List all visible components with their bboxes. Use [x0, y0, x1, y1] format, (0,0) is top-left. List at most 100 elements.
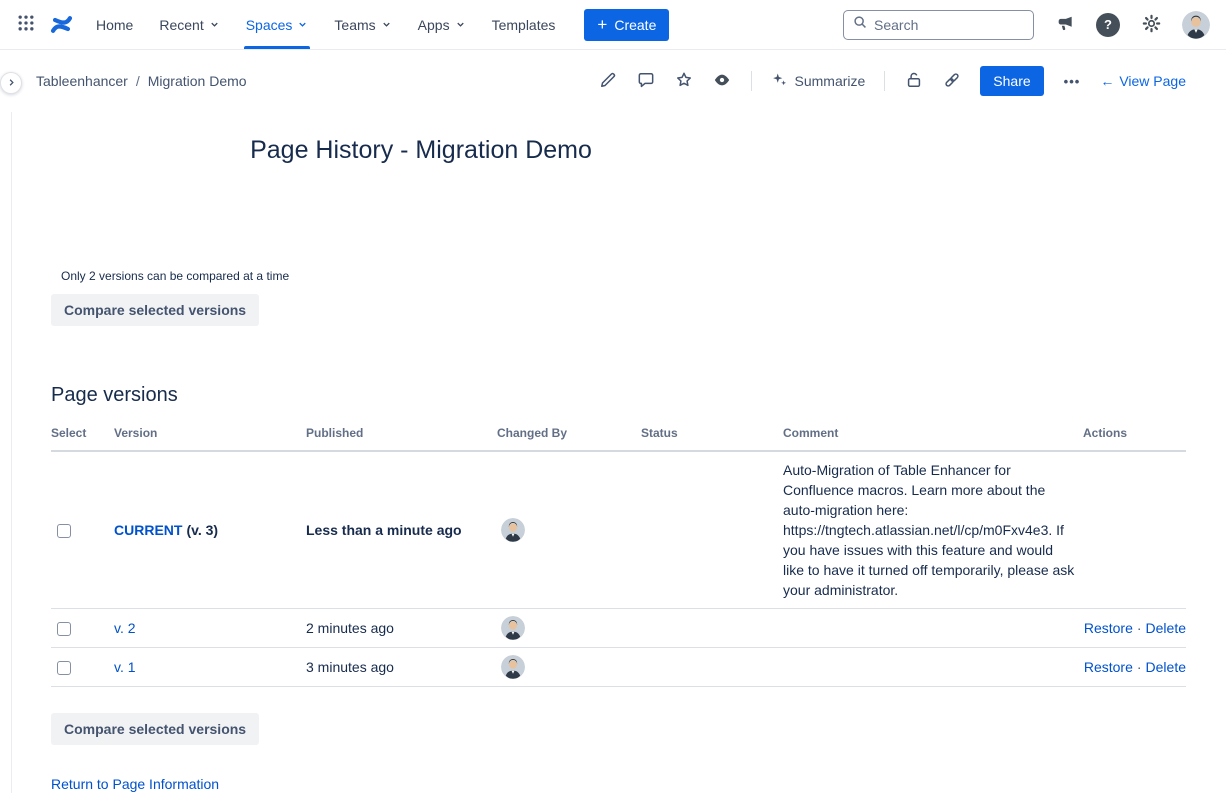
- nav-item-teams[interactable]: Teams: [321, 0, 404, 49]
- nav-item-home[interactable]: Home: [83, 0, 146, 49]
- top-navigation: Home Recent Spaces Teams: [0, 0, 1226, 50]
- sparkle-icon: [771, 71, 788, 91]
- action-separator: ·: [1137, 659, 1142, 675]
- nav-left: Home Recent Spaces Teams: [10, 0, 669, 49]
- status-cell: [641, 648, 783, 687]
- nav-item-templates[interactable]: Templates: [479, 0, 569, 49]
- version-checkbox[interactable]: [57, 622, 71, 636]
- version-link[interactable]: v. 1: [114, 659, 136, 675]
- breadcrumb-separator: /: [136, 73, 140, 89]
- summarize-label: Summarize: [795, 73, 866, 89]
- version-checkbox[interactable]: [57, 524, 71, 538]
- page-toolbar: Tableenhancer / Migration Demo: [0, 50, 1226, 112]
- unlock-icon: [904, 70, 924, 93]
- table-row-current: CURRENT(v. 3) Less than a minute ago: [51, 451, 1186, 609]
- edit-button[interactable]: [592, 66, 624, 96]
- column-header-changed-by: Changed By: [497, 420, 641, 451]
- version-checkbox[interactable]: [57, 661, 71, 675]
- changed-by-avatar: [501, 518, 525, 542]
- nav-item-apps[interactable]: Apps: [405, 0, 479, 49]
- version-comment: Auto-Migration of Table Enhancer for Con…: [783, 460, 1075, 600]
- question-mark-icon: ?: [1104, 17, 1112, 32]
- table-header-row: Select Version Published Changed By Stat…: [51, 420, 1186, 451]
- app-switcher-button[interactable]: [10, 9, 42, 41]
- sidebar-rail: [11, 112, 12, 793]
- pencil-icon: [598, 70, 618, 93]
- watch-button[interactable]: [706, 66, 738, 96]
- chevron-down-icon: [381, 17, 392, 33]
- help-button[interactable]: ?: [1096, 13, 1120, 37]
- confluence-logo[interactable]: [48, 11, 75, 38]
- restore-link[interactable]: Restore: [1084, 620, 1133, 636]
- breadcrumb-space-link[interactable]: Tableenhancer: [36, 73, 128, 89]
- star-icon: [674, 70, 694, 93]
- table-row-v1: v. 1 3 minutes ago Res: [51, 648, 1186, 687]
- chevron-down-icon: [209, 17, 220, 33]
- copy-link-button[interactable]: [936, 66, 968, 96]
- version-comment: [783, 648, 1083, 687]
- nav-right: ?: [843, 9, 1210, 41]
- changed-by-avatar: [501, 655, 525, 679]
- status-cell: [641, 609, 783, 648]
- column-header-comment: Comment: [783, 420, 1083, 451]
- link-icon: [942, 70, 962, 93]
- nav-item-label: Apps: [418, 17, 450, 33]
- breadcrumb-page-link[interactable]: Migration Demo: [148, 73, 247, 89]
- restrictions-button[interactable]: [898, 66, 930, 96]
- confluence-page: Home Recent Spaces Teams: [0, 0, 1226, 793]
- toolbar-divider: [884, 71, 885, 91]
- create-button-label: Create: [614, 17, 656, 33]
- grid-icon: [16, 13, 36, 36]
- gear-icon: [1141, 13, 1162, 37]
- nav-item-label: Recent: [159, 17, 203, 33]
- create-button[interactable]: + Create: [584, 9, 669, 41]
- nav-item-label: Spaces: [246, 17, 293, 33]
- more-actions-button[interactable]: •••: [1056, 70, 1089, 93]
- nav-item-recent[interactable]: Recent: [146, 0, 232, 49]
- published-time: 2 minutes ago: [306, 609, 497, 648]
- search-input[interactable]: [874, 17, 1024, 33]
- compare-selected-versions-button-top[interactable]: Compare selected versions: [51, 294, 259, 326]
- delete-link[interactable]: Delete: [1146, 620, 1186, 636]
- page-versions-heading: Page versions: [51, 384, 1186, 407]
- column-header-published: Published: [306, 420, 497, 451]
- version-number: (v. 3): [186, 522, 218, 538]
- page-title: Page History - Migration Demo: [51, 136, 791, 165]
- actions-cell: Restore·Delete: [1083, 609, 1186, 648]
- plus-icon: +: [597, 16, 607, 33]
- column-header-select: Select: [51, 420, 114, 451]
- toolbar-divider: [751, 71, 752, 91]
- return-to-page-information-link[interactable]: Return to Page Information: [51, 776, 219, 792]
- announcements-button[interactable]: [1049, 9, 1081, 41]
- restore-link[interactable]: Restore: [1084, 659, 1133, 675]
- share-button[interactable]: Share: [980, 66, 1043, 96]
- nav-item-label: Templates: [492, 17, 556, 33]
- nav-item-label: Teams: [334, 17, 375, 33]
- compare-selected-versions-button-bottom[interactable]: Compare selected versions: [51, 713, 259, 745]
- arrow-left-icon: ←: [1100, 73, 1114, 89]
- current-version-link[interactable]: CURRENT: [114, 522, 182, 538]
- action-separator: ·: [1137, 620, 1142, 636]
- delete-link[interactable]: Delete: [1146, 659, 1186, 675]
- sidebar-expand-button[interactable]: [0, 72, 22, 94]
- user-avatar[interactable]: [1182, 11, 1210, 39]
- column-header-actions: Actions: [1083, 420, 1186, 451]
- column-header-version: Version: [114, 420, 306, 451]
- version-link[interactable]: v. 2: [114, 620, 136, 636]
- nav-item-label: Home: [96, 17, 133, 33]
- comments-button[interactable]: [630, 66, 662, 96]
- table-row-v2: v. 2 2 minutes ago Res: [51, 609, 1186, 648]
- nav-item-spaces[interactable]: Spaces: [233, 0, 322, 49]
- version-comment: [783, 609, 1083, 648]
- page-versions-table: Select Version Published Changed By Stat…: [51, 420, 1186, 687]
- star-button[interactable]: [668, 66, 700, 96]
- summarize-button[interactable]: Summarize: [765, 67, 872, 95]
- eye-icon: [712, 70, 732, 93]
- chevron-down-icon: [455, 17, 466, 33]
- actions-cell: [1083, 451, 1186, 609]
- actions-cell: Restore·Delete: [1083, 648, 1186, 687]
- settings-button[interactable]: [1135, 9, 1167, 41]
- view-page-link[interactable]: ← View Page: [1100, 73, 1186, 89]
- breadcrumb: Tableenhancer / Migration Demo: [36, 73, 247, 89]
- published-time: 3 minutes ago: [306, 648, 497, 687]
